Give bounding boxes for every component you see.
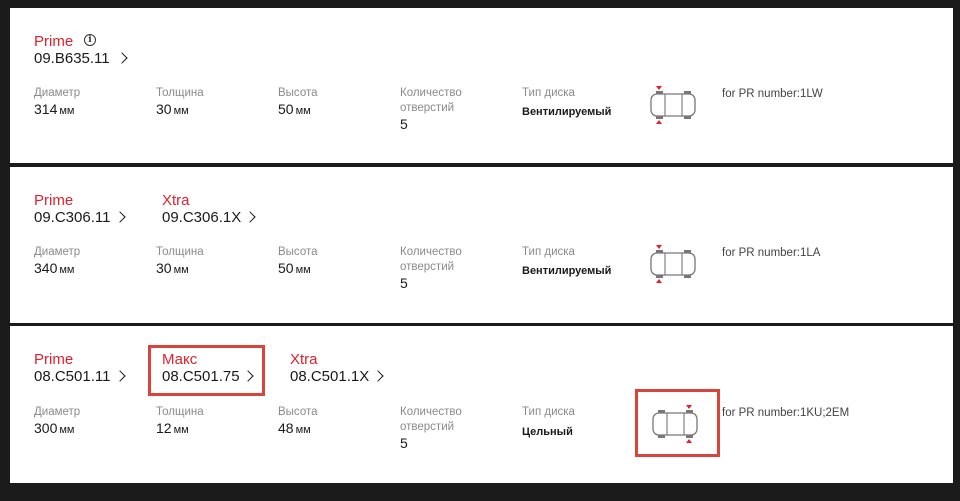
holes-value: 5: [400, 116, 408, 132]
diameter-value: 300 мм: [34, 420, 75, 436]
height-label: Высота: [278, 87, 318, 99]
part-number-link[interactable]: 08.C501.1X: [290, 368, 369, 385]
holes-label-line1: Количество: [400, 246, 462, 258]
part-number-link[interactable]: 09.C306.1X: [162, 209, 241, 226]
part-number-link[interactable]: 08.C501.11: [34, 368, 110, 385]
car-front-axle-icon: [650, 245, 696, 283]
pr-number: for PR number:1KU;2EM: [722, 407, 850, 419]
thickness-value: 30 мм: [156, 260, 189, 276]
disc-type-label: Тип диска: [522, 87, 575, 99]
chevron-right-icon[interactable]: [244, 211, 256, 223]
part-number-link[interactable]: 08.C501.75: [162, 368, 240, 385]
diameter-value: 340 мм: [34, 260, 75, 276]
holes-label-line2: отверстий: [400, 261, 455, 273]
holes-label-line1: Количество: [400, 406, 462, 418]
disc-type-value: Цельный: [522, 426, 573, 438]
height-value: 50 мм: [278, 101, 311, 117]
brake-disc-card-2: Prime 09.C306.11 Xtra 09.C306.1X Диаметр…: [10, 167, 953, 323]
brake-disc-card-1: Prime i 09.B635.11 Диаметр 314 мм Толщина…: [10, 8, 953, 163]
pr-number: for PR number:1LA: [722, 247, 821, 259]
brand-xtra: Xtra: [162, 192, 190, 209]
part-number-link[interactable]: 09.B635.11: [34, 50, 110, 67]
part-number-link[interactable]: 09.C306.11: [34, 209, 110, 226]
disc-type-value: Вентилируемый: [522, 265, 612, 277]
brake-disc-card-3: Prime 08.C501.11 Макс 08.C501.75 Xtra 08…: [10, 326, 953, 483]
car-rear-axle-icon: [652, 405, 698, 443]
chevron-right-icon[interactable]: [372, 370, 384, 382]
height-label: Высота: [278, 246, 318, 258]
holes-label-line2: отверстий: [400, 102, 455, 114]
holes-label-line2: отверстий: [400, 421, 455, 433]
chevron-right-icon[interactable]: [114, 211, 126, 223]
height-label: Высота: [278, 406, 318, 418]
diameter-label: Диаметр: [34, 246, 81, 258]
holes-value: 5: [400, 435, 408, 451]
disc-type-value: Вентилируемый: [522, 106, 612, 118]
holes-value: 5: [400, 275, 408, 291]
brand-xtra: Xtra: [290, 351, 318, 368]
chevron-right-icon[interactable]: [116, 52, 128, 64]
height-value: 50 мм: [278, 260, 311, 276]
diameter-label: Диаметр: [34, 87, 81, 99]
chevron-right-icon[interactable]: [114, 370, 126, 382]
thickness-value: 12 мм: [156, 420, 189, 436]
brand-prime: Prime: [34, 33, 74, 50]
diameter-value: 314 мм: [34, 101, 75, 117]
car-front-axle-icon: [650, 86, 696, 124]
thickness-label: Толщина: [156, 87, 204, 99]
diameter-label: Диаметр: [34, 406, 81, 418]
disc-type-label: Тип диска: [522, 406, 575, 418]
holes-label-line1: Количество: [400, 87, 462, 99]
height-value: 48 мм: [278, 420, 311, 436]
disc-type-label: Тип диска: [522, 246, 575, 258]
pr-number: for PR number:1LW: [722, 88, 823, 100]
thickness-label: Толщина: [156, 406, 204, 418]
info-icon[interactable]: i: [84, 34, 96, 46]
brand-prime: Prime: [34, 192, 74, 209]
thickness-value: 30 мм: [156, 101, 189, 117]
brand-prime: Prime: [34, 351, 74, 368]
brand-maks: Макс: [162, 351, 198, 368]
thickness-label: Толщина: [156, 246, 204, 258]
